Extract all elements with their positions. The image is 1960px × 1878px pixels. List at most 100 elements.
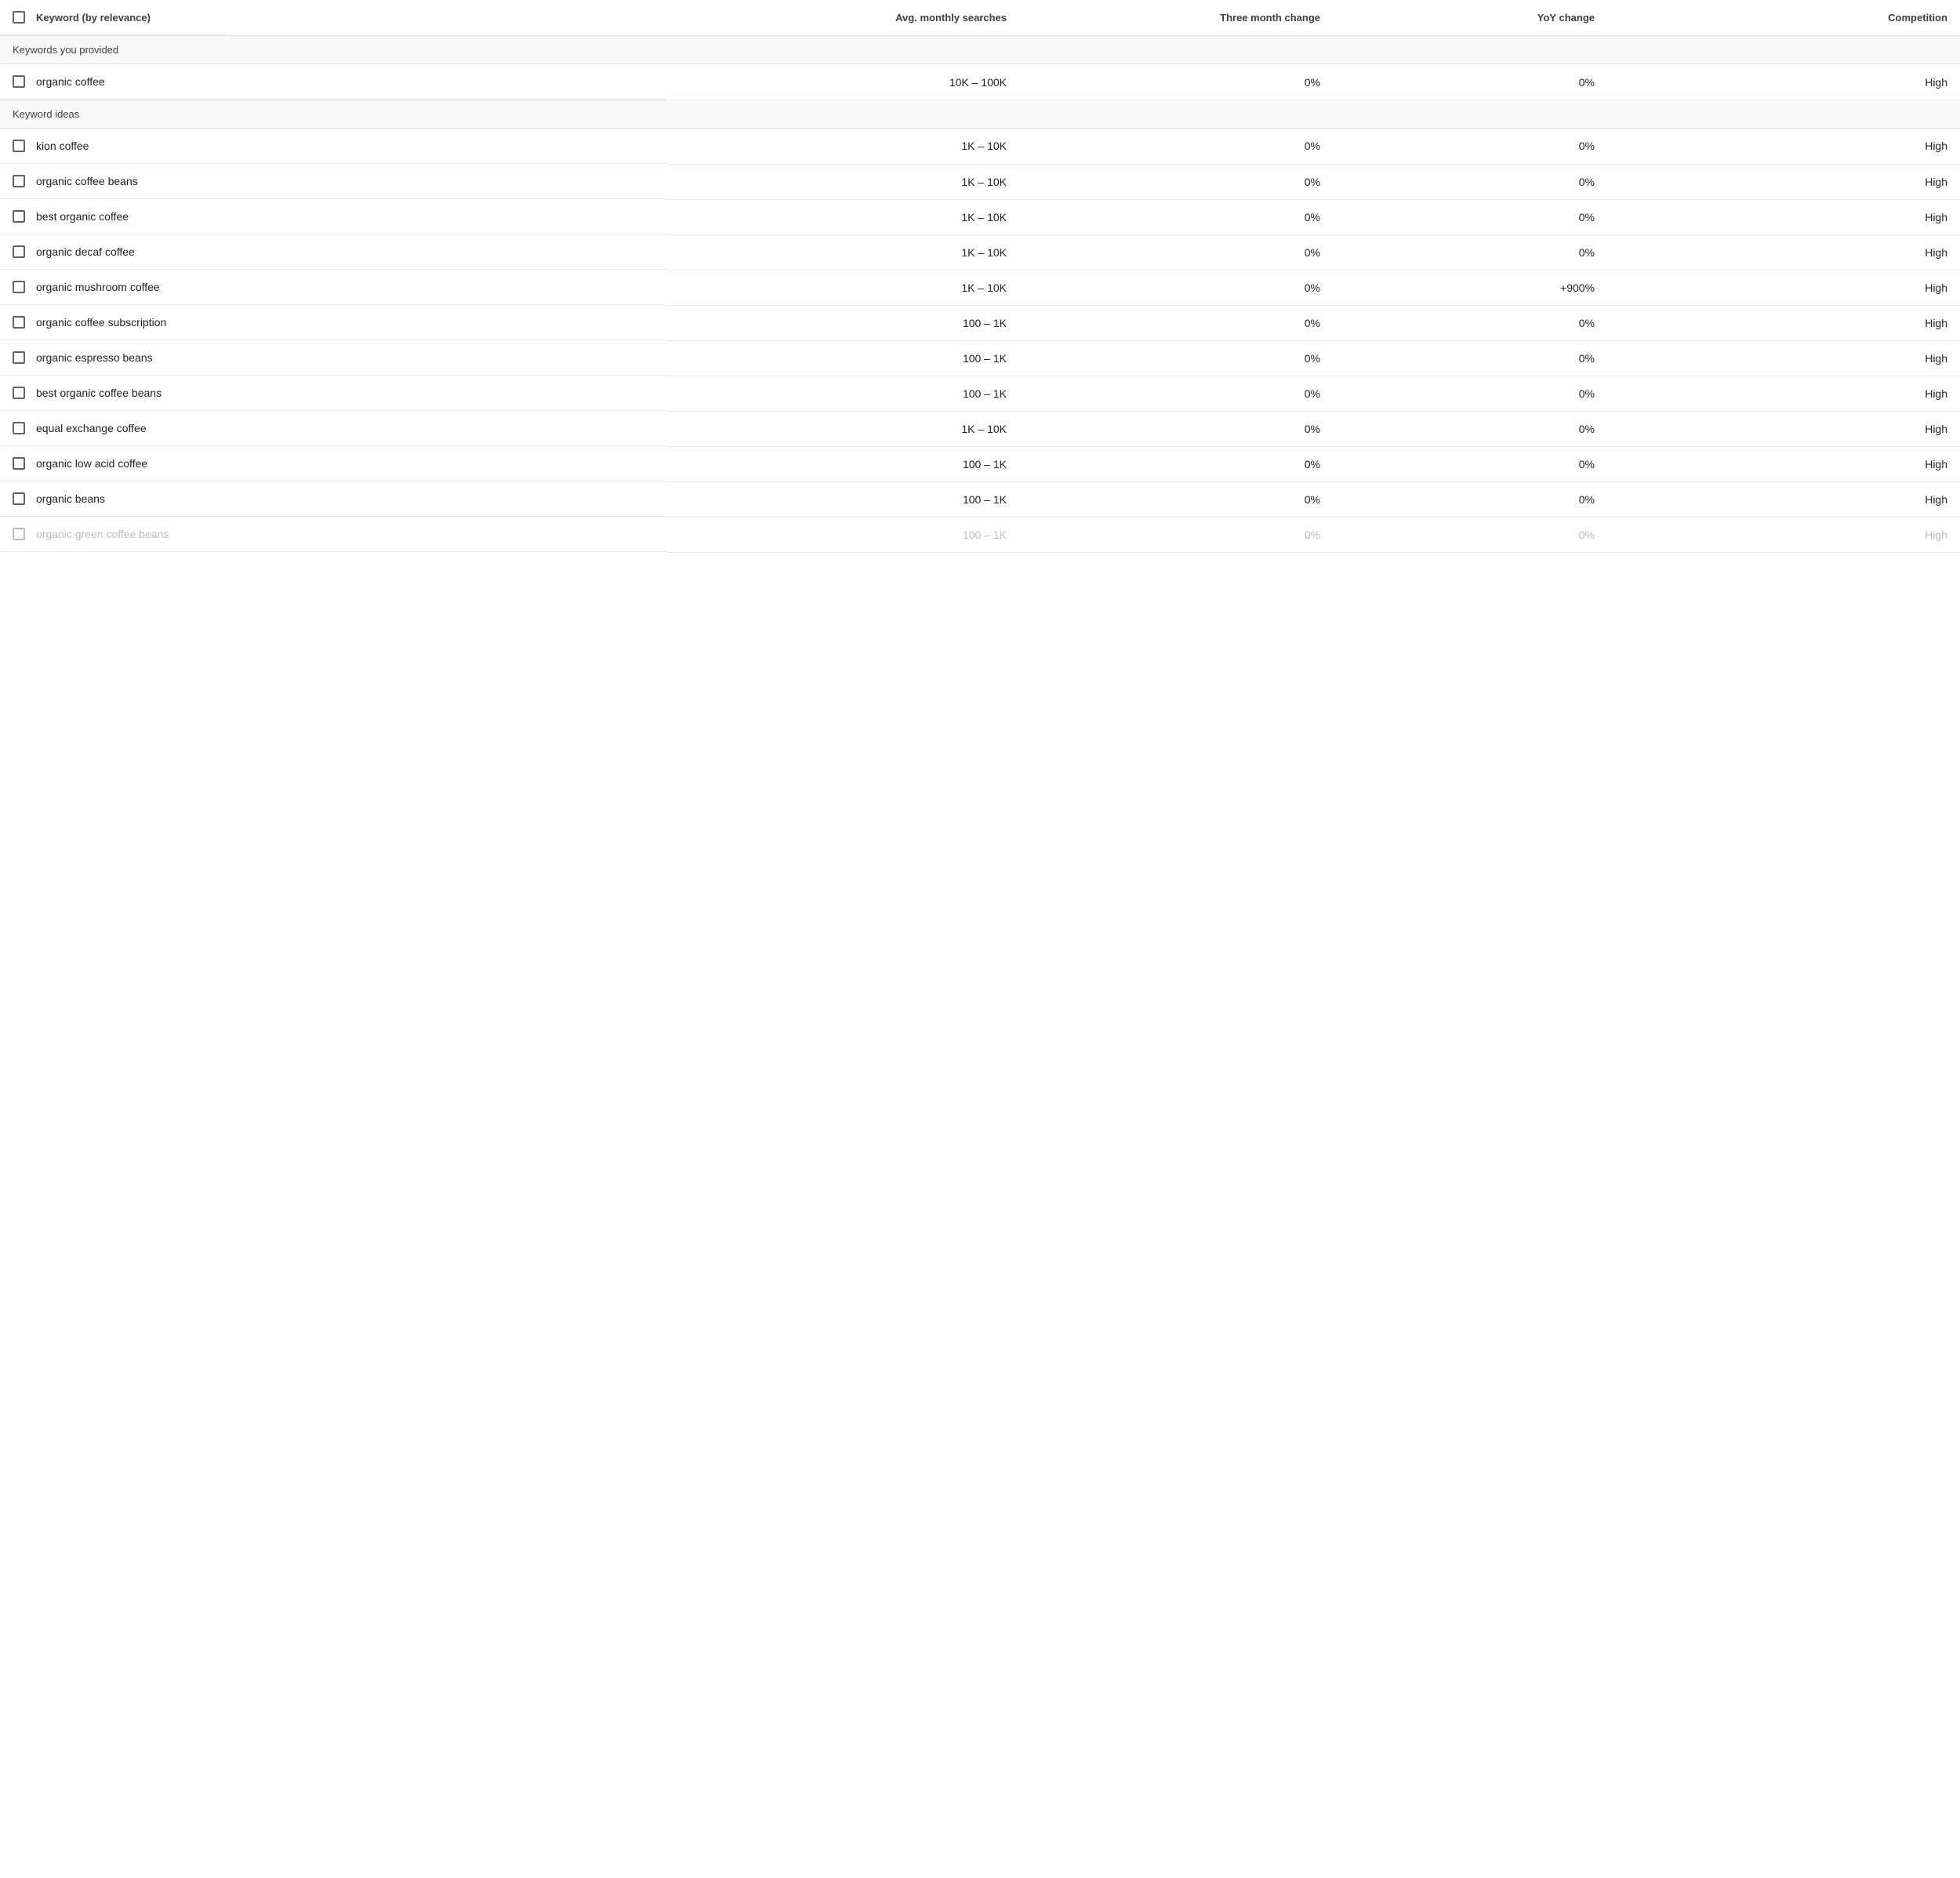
- table-row: organic decaf coffee1K – 10K0%0%High: [0, 234, 1960, 270]
- row-checkbox[interactable]: [13, 75, 25, 88]
- header-keyword: Keyword (by relevance): [0, 0, 227, 35]
- row-checkbox[interactable]: [13, 281, 25, 293]
- avg-monthly-value: 100 – 1K: [666, 305, 1019, 340]
- keyword-text: best organic coffee: [36, 210, 129, 223]
- table-row: organic green coffee beans100 – 1K0%0%Hi…: [0, 517, 1960, 552]
- competition-value: High: [1607, 270, 1960, 305]
- three-month-value: 0%: [1019, 199, 1333, 234]
- section-header-row: Keywords you provided: [0, 36, 1960, 64]
- row-checkbox[interactable]: [13, 351, 25, 364]
- three-month-value: 0%: [1019, 340, 1333, 376]
- competition-value: High: [1607, 64, 1960, 100]
- table-row: best organic coffee beans100 – 1K0%0%Hig…: [0, 376, 1960, 411]
- table-row: kion coffee1K – 10K0%0%High: [0, 129, 1960, 165]
- row-checkbox[interactable]: [13, 140, 25, 152]
- keyword-cell: kion coffee: [0, 129, 666, 164]
- keyword-cell: equal exchange coffee: [0, 411, 666, 446]
- yoy-value: 0%: [1333, 234, 1607, 270]
- header-checkbox[interactable]: [13, 11, 25, 24]
- three-month-value: 0%: [1019, 64, 1333, 100]
- three-month-value: 0%: [1019, 446, 1333, 481]
- keyword-table: Keyword (by relevance) Avg. monthly sear…: [0, 0, 1960, 553]
- table-row: best organic coffee1K – 10K0%0%High: [0, 199, 1960, 234]
- header-competition: Competition: [1607, 0, 1960, 36]
- yoy-value: 0%: [1333, 481, 1607, 517]
- keyword-text: kion coffee: [36, 140, 89, 152]
- keyword-text: organic coffee: [36, 75, 105, 88]
- yoy-value: 0%: [1333, 517, 1607, 552]
- yoy-value: 0%: [1333, 64, 1607, 100]
- avg-monthly-value: 1K – 10K: [666, 164, 1019, 199]
- section-header-label: Keyword ideas: [0, 100, 1960, 129]
- competition-value: High: [1607, 234, 1960, 270]
- three-month-value: 0%: [1019, 129, 1333, 165]
- yoy-value: +900%: [1333, 270, 1607, 305]
- keyword-cell: organic mushroom coffee: [0, 270, 666, 305]
- three-month-value: 0%: [1019, 305, 1333, 340]
- table-row: organic coffee10K – 100K0%0%High: [0, 64, 1960, 100]
- yoy-value: 0%: [1333, 446, 1607, 481]
- keyword-text: organic coffee beans: [36, 175, 138, 187]
- row-checkbox[interactable]: [13, 210, 25, 223]
- avg-monthly-value: 100 – 1K: [666, 446, 1019, 481]
- header-three-month: Three month change: [1019, 0, 1333, 36]
- competition-value: High: [1607, 446, 1960, 481]
- avg-monthly-value: 10K – 100K: [666, 64, 1019, 100]
- keyword-cell: organic beans: [0, 481, 666, 517]
- keyword-text: equal exchange coffee: [36, 422, 147, 434]
- keyword-cell: organic green coffee beans: [0, 517, 666, 552]
- competition-value: High: [1607, 481, 1960, 517]
- three-month-value: 0%: [1019, 517, 1333, 552]
- keyword-text: organic coffee subscription: [36, 316, 166, 329]
- row-checkbox[interactable]: [13, 422, 25, 434]
- keyword-cell: organic coffee beans: [0, 164, 666, 199]
- avg-monthly-value: 1K – 10K: [666, 234, 1019, 270]
- yoy-value: 0%: [1333, 129, 1607, 165]
- competition-value: High: [1607, 199, 1960, 234]
- table-row: organic mushroom coffee 1K – 10K0%+900%Hi…: [0, 270, 1960, 305]
- yoy-value: 0%: [1333, 199, 1607, 234]
- competition-value: High: [1607, 517, 1960, 552]
- three-month-value: 0%: [1019, 376, 1333, 411]
- keyword-text: organic low acid coffee: [36, 457, 147, 470]
- row-checkbox[interactable]: [13, 457, 25, 470]
- row-checkbox[interactable]: [13, 245, 25, 258]
- yoy-value: 0%: [1333, 305, 1607, 340]
- header-avg-monthly: Avg. monthly searches: [666, 0, 1019, 36]
- competition-value: High: [1607, 340, 1960, 376]
- header-yoy: YoY change: [1333, 0, 1607, 36]
- avg-monthly-value: 100 – 1K: [666, 481, 1019, 517]
- avg-monthly-value: 1K – 10K: [666, 199, 1019, 234]
- keyword-cell: organic low acid coffee: [0, 446, 666, 481]
- yoy-value: 0%: [1333, 340, 1607, 376]
- row-checkbox[interactable]: [13, 387, 25, 399]
- yoy-value: 0%: [1333, 411, 1607, 446]
- row-checkbox[interactable]: [13, 316, 25, 329]
- section-header-row: Keyword ideas: [0, 100, 1960, 129]
- three-month-value: 0%: [1019, 234, 1333, 270]
- table-row: organic low acid coffee100 – 1K0%0%High: [0, 446, 1960, 481]
- competition-value: High: [1607, 376, 1960, 411]
- avg-monthly-value: 100 – 1K: [666, 517, 1019, 552]
- table-row: organic espresso beans100 – 1K0%0%High: [0, 340, 1960, 376]
- table-row: equal exchange coffee1K – 10K0%0%High: [0, 411, 1960, 446]
- keyword-text: organic mushroom coffee: [36, 281, 160, 293]
- keyword-cell: organic decaf coffee: [0, 234, 666, 270]
- competition-value: High: [1607, 305, 1960, 340]
- avg-monthly-value: 1K – 10K: [666, 270, 1019, 305]
- yoy-value: 0%: [1333, 164, 1607, 199]
- keyword-cell: organic espresso beans: [0, 340, 666, 376]
- row-checkbox[interactable]: [13, 528, 25, 540]
- row-checkbox[interactable]: [13, 175, 25, 187]
- avg-monthly-value: 100 – 1K: [666, 376, 1019, 411]
- three-month-value: 0%: [1019, 164, 1333, 199]
- row-checkbox[interactable]: [13, 492, 25, 505]
- table-row: organic beans100 – 1K0%0%High: [0, 481, 1960, 517]
- yoy-value: 0%: [1333, 376, 1607, 411]
- header-keyword-label: Keyword (by relevance): [36, 12, 151, 24]
- keyword-cell: organic coffee: [0, 64, 666, 100]
- keyword-text: best organic coffee beans: [36, 387, 162, 399]
- three-month-value: 0%: [1019, 270, 1333, 305]
- keyword-text: organic espresso beans: [36, 351, 153, 364]
- competition-value: High: [1607, 411, 1960, 446]
